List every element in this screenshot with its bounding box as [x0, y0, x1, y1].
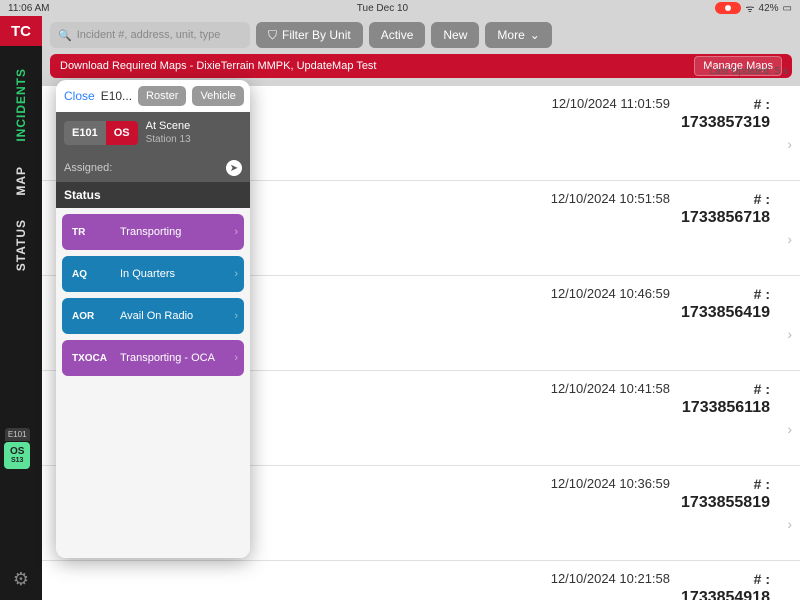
unit-status: OSS13 — [4, 442, 30, 469]
id-label: # : — [754, 476, 770, 492]
alert-text: Download Required Maps - DixieTerrain MM… — [60, 60, 377, 72]
chevron-right-icon: › — [787, 231, 792, 247]
current-unit-badge[interactable]: E101 OSS13 — [4, 428, 30, 469]
status-option[interactable]: TR Transporting › — [62, 214, 244, 250]
chevron-down-icon: ⌄ — [530, 28, 540, 42]
filter-button[interactable]: ⛉Filter By Unit — [256, 22, 363, 48]
left-sidebar: TC INCIDENTS MAP STATUS E101 OSS13 ⚙ — [0, 16, 42, 600]
settings-icon[interactable]: ⚙ — [0, 569, 42, 590]
close-button[interactable]: Close — [64, 89, 95, 103]
id-label: # : — [754, 191, 770, 207]
unit-status-text: At Scene — [146, 120, 191, 133]
roster-button[interactable]: Roster — [138, 86, 186, 106]
incident-id: 1733856419 — [681, 304, 770, 322]
device-status-bar: 11:06 AM Tue Dec 10 ᯤ 42% ▭ — [0, 0, 800, 16]
timestamp: 12/10/2024 10:21:58 — [551, 571, 670, 586]
status-label: In Quarters — [120, 268, 175, 280]
unit-row: E101 OS At Scene Station 13 — [56, 112, 250, 154]
assigned-row: Assigned: ➤ — [56, 154, 250, 182]
status-code: TR — [72, 227, 110, 238]
timestamp: 12/10/2024 10:46:59 — [551, 286, 670, 301]
toolbar: 🔍 Incident #, address, unit, type ⛉Filte… — [42, 16, 800, 54]
incident-row[interactable]: 12/10/2024 10:21:58# :1733854918› — [42, 561, 800, 600]
new-button[interactable]: New — [431, 22, 479, 48]
chevron-right-icon: › — [234, 352, 238, 364]
last-updated: Last Updated: 5 s — [710, 66, 788, 77]
status-code: AQ — [72, 269, 110, 280]
battery-icon: ▭ — [783, 3, 792, 14]
id-label: # : — [754, 286, 770, 302]
status-option[interactable]: TXOCA Transporting - OCA › — [62, 340, 244, 376]
unit-station: Station 13 — [146, 134, 191, 145]
status-label: Transporting — [120, 226, 181, 238]
incident-id: 1733854918 — [681, 589, 770, 600]
chevron-right-icon: › — [787, 136, 792, 152]
incident-id: 1733857319 — [681, 114, 770, 132]
search-input[interactable]: 🔍 Incident #, address, unit, type — [50, 22, 250, 48]
incident-id: 1733855819 — [681, 494, 770, 512]
status-header: Status — [56, 182, 250, 208]
status-code: AOR — [72, 311, 110, 322]
status-icons: ᯤ 42% ▭ — [715, 1, 792, 15]
app-logo[interactable]: TC — [0, 16, 42, 46]
nav-status[interactable]: STATUS — [14, 207, 28, 283]
filter-icon: ⛉ — [268, 28, 277, 43]
chevron-right-icon: › — [787, 516, 792, 532]
id-label: # : — [754, 381, 770, 397]
assigned-label: Assigned: — [64, 162, 112, 174]
status-code: TXOCA — [72, 353, 110, 364]
wifi-icon: ᯤ — [745, 1, 754, 15]
clock: 11:06 AM — [8, 3, 50, 14]
chevron-right-icon: › — [234, 226, 238, 238]
status-option[interactable]: AQ In Quarters › — [62, 256, 244, 292]
vehicle-button[interactable]: Vehicle — [192, 86, 243, 106]
id-label: # : — [754, 96, 770, 112]
search-icon: 🔍 — [58, 29, 72, 42]
status-chip: OS — [106, 121, 138, 145]
nav-map[interactable]: MAP — [14, 154, 28, 208]
map-alert-banner: Download Required Maps - DixieTerrain MM… — [50, 54, 792, 78]
date: Tue Dec 10 — [50, 3, 716, 14]
status-option[interactable]: AOR Avail On Radio › — [62, 298, 244, 334]
search-placeholder: Incident #, address, unit, type — [77, 29, 221, 41]
unit-chip: E101 — [64, 121, 106, 145]
chevron-right-icon: › — [787, 326, 792, 342]
status-label: Avail On Radio — [120, 310, 193, 322]
unit-popover: Close E10... Roster Vehicle E101 OS At S… — [56, 80, 250, 558]
timestamp: 12/10/2024 10:36:59 — [551, 476, 670, 491]
timestamp: 12/10/2024 10:51:58 — [551, 191, 670, 206]
timestamp: 12/10/2024 10:41:58 — [551, 381, 670, 396]
active-button[interactable]: Active — [369, 22, 426, 48]
timestamp: 12/10/2024 11:01:59 — [552, 96, 670, 111]
popover-header: Close E10... Roster Vehicle — [56, 80, 250, 112]
popover-title: E10... — [101, 89, 132, 103]
arrow-icon[interactable]: ➤ — [226, 160, 242, 176]
unit-id: E101 — [5, 428, 30, 441]
status-label: Transporting - OCA — [120, 352, 215, 364]
chevron-right-icon: › — [787, 421, 792, 437]
unit-info: At Scene Station 13 — [146, 120, 191, 146]
nav-incidents[interactable]: INCIDENTS — [14, 56, 28, 154]
id-label: # : — [754, 571, 770, 587]
more-button[interactable]: More⌄ — [485, 22, 551, 48]
battery-text: 42% — [759, 3, 779, 14]
status-list: TR Transporting › AQ In Quarters › AOR Avail On… — [56, 208, 250, 558]
chevron-right-icon: › — [234, 268, 238, 280]
incident-id: 1733856718 — [681, 209, 770, 227]
incident-id: 1733856118 — [682, 399, 770, 417]
chevron-right-icon: › — [234, 310, 238, 322]
recording-indicator-icon — [715, 2, 741, 14]
